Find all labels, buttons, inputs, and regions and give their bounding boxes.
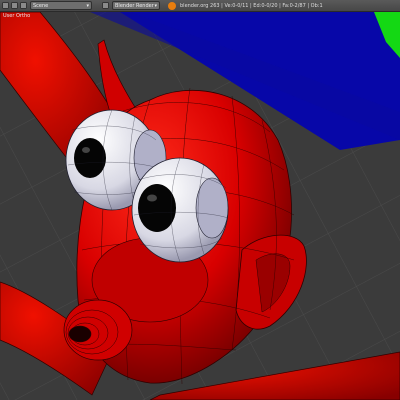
scene-statistics: blender.org 263 | Ve:0-0/11 | Ed:0-0/20 … xyxy=(180,2,323,9)
blender-logo-icon xyxy=(168,1,176,10)
chevron-down-icon: ▾ xyxy=(154,2,157,9)
screen-layout-icon[interactable] xyxy=(11,2,18,9)
chevron-down-icon: ▾ xyxy=(86,2,89,9)
viewport-label: User Ortho xyxy=(3,13,31,19)
render-engine-name: Blender Render xyxy=(115,2,154,9)
mouth xyxy=(68,325,92,343)
scene-name: Scene xyxy=(33,2,49,9)
eye-right xyxy=(131,157,229,263)
scene-icon[interactable] xyxy=(20,2,27,9)
editor-type-icon[interactable] xyxy=(2,2,9,9)
render-engine-selector[interactable]: Blender Render ▾ xyxy=(112,1,160,10)
scene-selector[interactable]: Scene ▾ xyxy=(30,1,92,10)
info-header: Scene ▾ Blender Render ▾ blender.org 263… xyxy=(0,0,400,12)
3d-viewport[interactable] xyxy=(0,12,400,400)
render-engine-icon xyxy=(102,2,109,9)
